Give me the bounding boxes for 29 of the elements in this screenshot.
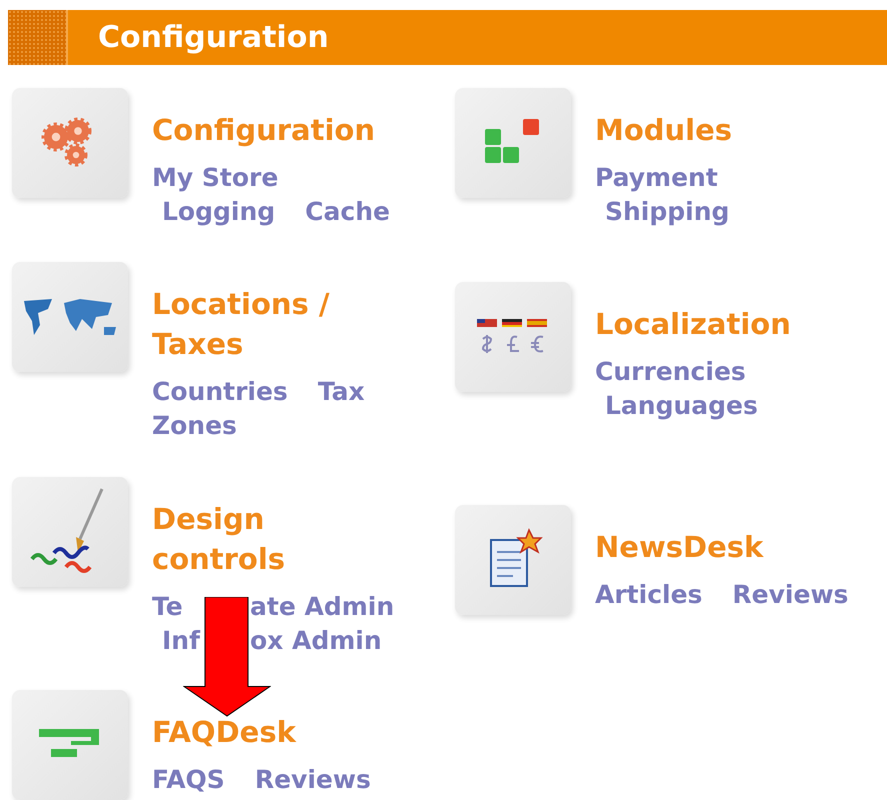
section-link[interactable]: Te — [152, 592, 183, 621]
section-link[interactable]: Languages — [605, 389, 758, 423]
section-link[interactable]: Payment — [595, 161, 718, 195]
section-title[interactable]: Localization — [595, 304, 791, 344]
header-title: Configuration — [98, 19, 329, 57]
section-link[interactable]: FAQS — [152, 763, 225, 797]
section-link[interactable]: ate Admin — [250, 590, 394, 624]
section-link[interactable]: ox Admin — [250, 624, 382, 658]
section-link[interactable]: Articles — [595, 578, 702, 612]
section-link[interactable]: Countries — [152, 375, 288, 409]
section-link[interactable]: My Store — [152, 161, 278, 195]
section-title[interactable]: Configuration — [152, 110, 390, 150]
section-link[interactable]: Cache — [305, 195, 390, 229]
section-title[interactable]: NewsDesk — [595, 527, 848, 567]
section-link[interactable]: Inf — [162, 626, 200, 655]
section-title[interactable]: Taxes — [152, 324, 365, 364]
section-title[interactable]: Modules — [595, 110, 732, 150]
section-link[interactable]: Reviews — [254, 763, 371, 797]
header-pattern — [8, 10, 68, 65]
section-link[interactable]: Tax — [318, 375, 365, 409]
section-link[interactable]: Reviews — [732, 578, 848, 612]
section-link[interactable]: Shipping — [605, 195, 730, 229]
section-link[interactable]: Zones — [152, 409, 237, 443]
section-title[interactable]: Design — [152, 499, 394, 539]
section-title[interactable]: controls — [152, 539, 394, 579]
section-link[interactable]: Logging — [162, 195, 276, 229]
section-link[interactable]: Currencies — [595, 355, 746, 389]
section-title[interactable]: FAQDesk — [152, 712, 371, 752]
section-title[interactable]: Locations / — [152, 284, 365, 324]
